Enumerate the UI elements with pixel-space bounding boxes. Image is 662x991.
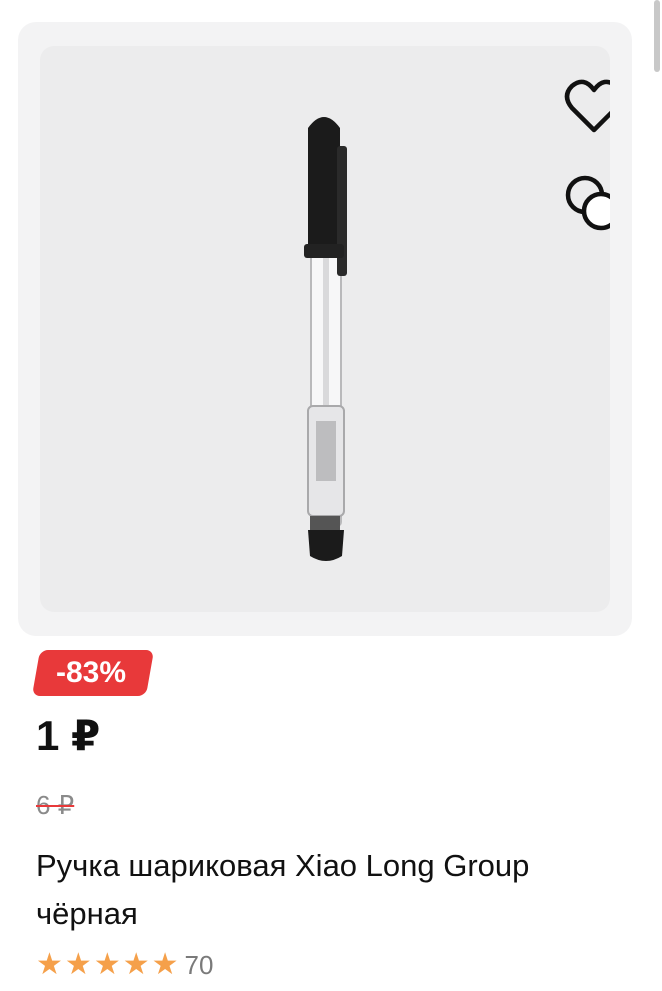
rating[interactable]: ★ ★ ★ ★ ★ 70 (36, 948, 213, 982)
pen-illustration (304, 117, 347, 561)
discount-badge-text: -83% (56, 656, 127, 689)
compare-button[interactable] (562, 172, 610, 236)
compare-circles-icon (565, 175, 610, 231)
star-icon: ★ (122, 948, 150, 981)
rating-stars: ★ ★ ★ ★ ★ (36, 948, 179, 982)
product-image[interactable] (40, 46, 610, 612)
old-price: 6 ₽ (36, 790, 75, 820)
discount-badge: -83% (31, 650, 155, 696)
star-icon: ★ (93, 948, 121, 981)
product-title[interactable]: Ручка шариковая Xiao Long Group чёрная (36, 842, 596, 938)
scrollbar[interactable] (654, 0, 660, 72)
reviews-count: 70 (184, 950, 214, 980)
star-icon: ★ (151, 948, 179, 981)
star-icon: ★ (36, 948, 63, 981)
product-card[interactable] (18, 22, 632, 636)
star-icon: ★ (64, 948, 92, 981)
current-price: 1 ₽ (36, 712, 101, 759)
favorite-button[interactable] (562, 74, 610, 138)
heart-icon (564, 79, 610, 133)
